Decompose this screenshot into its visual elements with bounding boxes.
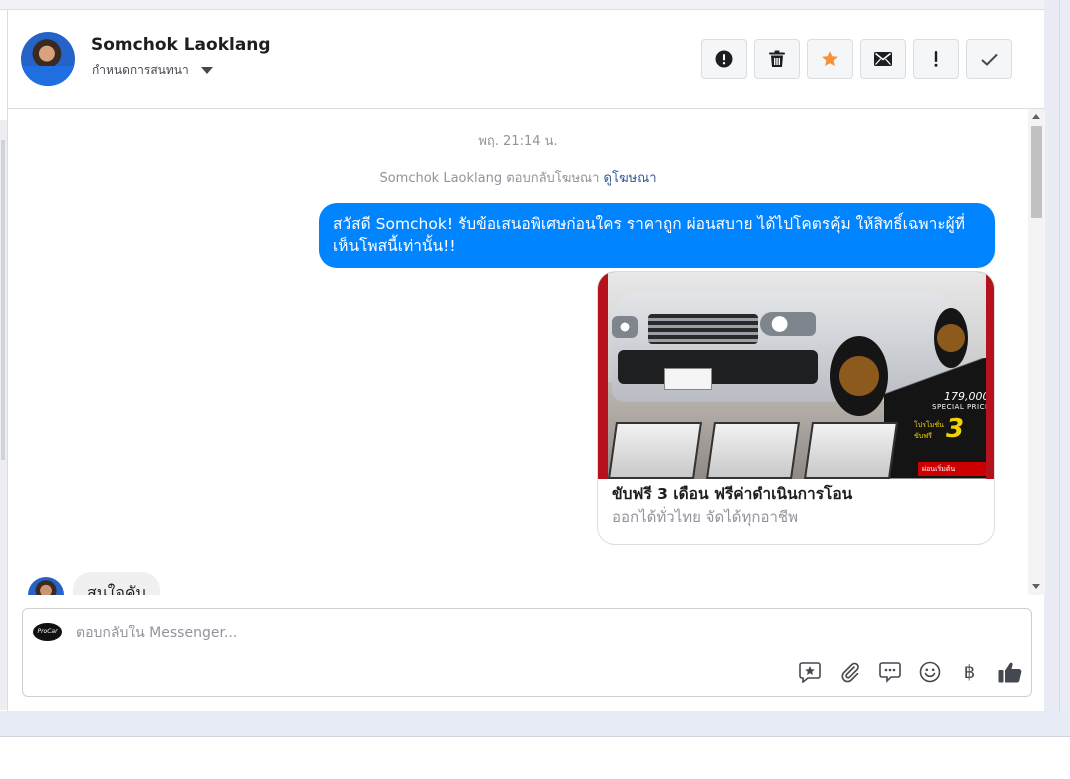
ad-card[interactable]: 179,000 SPECIAL PRICE โปรโมชั่น ขับฟรี 3… <box>597 271 995 545</box>
baht-icon: ฿ <box>963 661 976 683</box>
thread-scrollbar-thumb[interactable] <box>1031 126 1042 218</box>
assign-conversation-dropdown[interactable]: กำหนดการสนทนา <box>92 61 213 80</box>
scroll-down-arrow-icon[interactable] <box>1032 584 1040 589</box>
done-button[interactable] <box>966 39 1012 79</box>
message-thread[interactable]: พฤ. 21:14 น. Somchok Laoklang ตอบกลับโฆษ… <box>8 109 1045 595</box>
caret-down-icon <box>200 67 213 74</box>
bottom-frame <box>0 711 1070 737</box>
important-button[interactable] <box>913 39 959 79</box>
top-frame <box>0 0 1070 10</box>
saved-reply-button[interactable] <box>797 660 822 684</box>
paperclip-icon <box>840 662 859 683</box>
ad-image-special: SPECIAL PRICE <box>932 403 990 411</box>
message-timestamp: พฤ. 21:14 น. <box>478 134 558 149</box>
ad-title: ขับฟรี 3 เดือน ฟรีค่าดำเนินการโอน <box>612 485 853 503</box>
assign-label: กำหนดการสนทนา <box>92 63 189 77</box>
exclamation-icon <box>934 51 938 67</box>
smile-icon <box>919 661 940 683</box>
ad-image[interactable]: 179,000 SPECIAL PRICE โปรโมชั่น ขับฟรี 3… <box>598 272 994 479</box>
ad-reply-text: Somchok Laoklang ตอบกลับโฆษณา <box>379 171 600 186</box>
incoming-message-bubble[interactable]: สนใจคับ <box>73 572 160 595</box>
left-scrollbar-thumb[interactable] <box>1 140 5 460</box>
reply-composer: ProCar ตอบกลับใน Messenger... ฿ <box>22 608 1032 697</box>
payment-button[interactable]: ฿ <box>957 660 982 684</box>
star-icon <box>822 51 838 67</box>
ad-image-price: 179,000 <box>944 390 990 403</box>
envelope-icon <box>874 52 892 66</box>
emoji-button[interactable] <box>917 660 942 684</box>
page-avatar: ProCar <box>33 623 62 641</box>
delete-button[interactable] <box>754 39 800 79</box>
view-ad-link[interactable]: ดูโฆษณา <box>604 171 657 186</box>
contact-name[interactable]: Somchok Laoklang <box>91 35 271 55</box>
trash-icon <box>769 50 785 67</box>
ad-subtitle: ออกได้ทั่วไทย จัดได้ทุกอาชีพ <box>612 508 798 526</box>
conversation-header: Somchok Laoklang กำหนดการสนทนา <box>8 10 1045 109</box>
outgoing-message-bubble[interactable]: สวัสดี Somchok! รับข้อเสนอพิเศษก่อนใคร ร… <box>319 203 995 268</box>
thumbs-up-icon <box>998 662 1021 683</box>
reply-input[interactable] <box>76 625 776 641</box>
right-frame <box>1044 0 1070 712</box>
ad-image-promo: โปรโมชั่น ขับฟรี <box>914 421 944 440</box>
ad-image-months: 3 <box>946 414 965 444</box>
mark-unread-button[interactable] <box>860 39 906 79</box>
check-icon <box>980 53 998 66</box>
composer-tools: ฿ <box>797 660 1022 684</box>
contact-avatar[interactable] <box>21 32 75 86</box>
left-scrollbar[interactable] <box>0 120 7 710</box>
chat-bubble-icon <box>878 662 901 683</box>
quick-reply-button[interactable] <box>877 660 902 684</box>
contact-avatar-small[interactable] <box>28 577 64 595</box>
header-actions <box>701 39 1012 79</box>
spam-button[interactable] <box>701 39 747 79</box>
thread-scrollbar[interactable] <box>1028 109 1045 595</box>
star-button[interactable] <box>807 39 853 79</box>
ad-reply-notice: Somchok Laoklang ตอบกลับโฆษณา ดูโฆษณา <box>8 167 1028 188</box>
conversation-panel: Somchok Laoklang กำหนดการสนทนา พฤ. 21:14… <box>7 10 1045 711</box>
attach-button[interactable] <box>837 660 862 684</box>
star-chat-icon <box>798 662 821 683</box>
like-button[interactable] <box>997 660 1022 684</box>
scroll-up-arrow-icon[interactable] <box>1032 114 1040 119</box>
exclamation-circle-icon <box>715 50 733 68</box>
ad-image-tag: ผ่อนเริ่มต้น <box>918 462 986 476</box>
